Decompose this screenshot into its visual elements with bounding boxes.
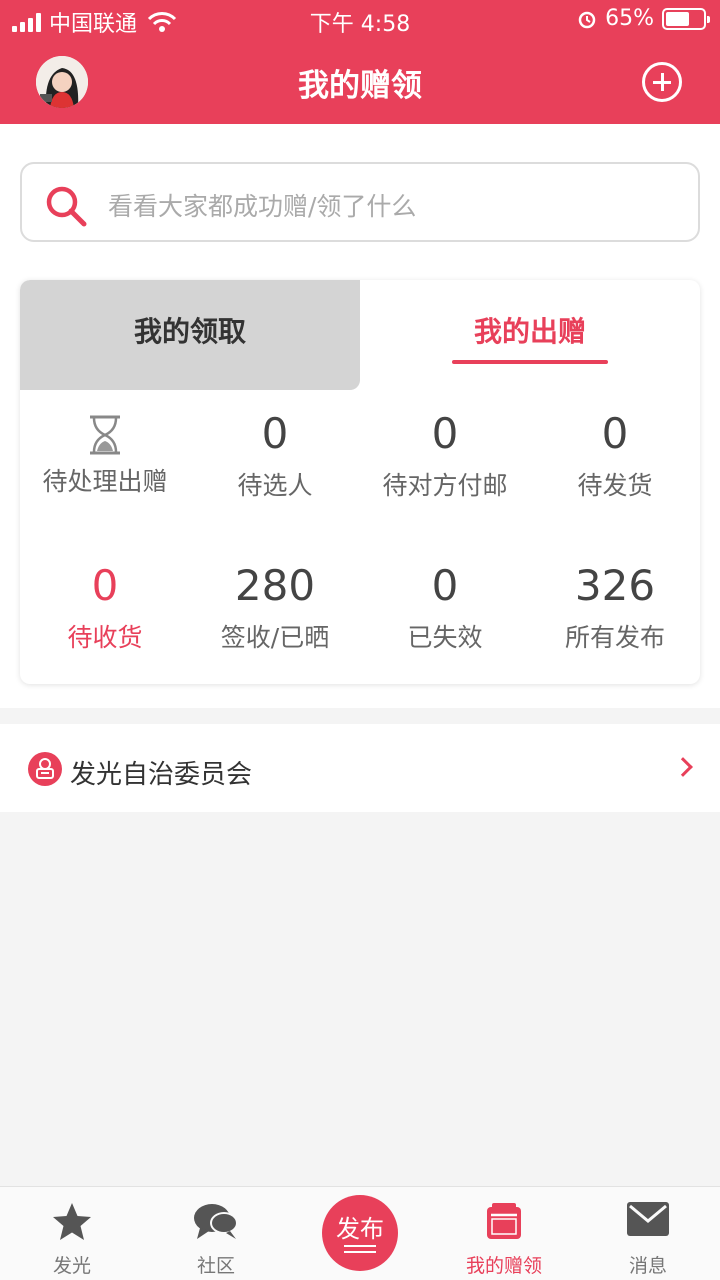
battery-icon xyxy=(662,7,710,30)
tab-label: 社区 xyxy=(196,1255,235,1277)
content-area: 看看大家都成功赠/领了什么 我的领取 我的出赠 待处理出赠 0 待选人 0 待对… xyxy=(0,124,720,708)
mail-icon xyxy=(627,1202,669,1236)
publish-button[interactable]: 发布 xyxy=(322,1195,398,1271)
star-icon xyxy=(53,1203,91,1240)
search-input[interactable]: 看看大家都成功赠/领了什么 xyxy=(20,162,700,242)
tab-faguang[interactable]: 发光 xyxy=(0,1187,144,1280)
committee-label: 发光自治委员会 xyxy=(70,760,253,790)
stats-card: 我的领取 我的出赠 待处理出赠 0 待选人 0 待对方付邮 0 待发货 0 待收… xyxy=(20,280,700,684)
stat-label: 签收/已晒 xyxy=(220,623,330,652)
gift-box-icon xyxy=(487,1203,521,1239)
chat-bubble-icon xyxy=(194,1204,238,1239)
bottom-tab-bar: 发光 社区 发布 我的赠领 消息 xyxy=(0,1186,720,1280)
stat-label: 待对方付邮 xyxy=(382,471,508,500)
stat-signed[interactable]: 280 签收/已晒 xyxy=(190,560,360,654)
committee-icon xyxy=(28,752,62,786)
stat-label: 已失效 xyxy=(407,623,483,652)
stat-label: 待发货 xyxy=(577,471,653,500)
battery-percent: 65% xyxy=(605,6,654,31)
tab-my-receive[interactable]: 我的领取 xyxy=(20,280,360,390)
stat-value: 0 xyxy=(431,409,459,458)
stat-label: 待收货 xyxy=(67,623,143,652)
tab-label: 我的赠领 xyxy=(465,1255,542,1277)
hourglass-icon xyxy=(90,415,120,455)
stat-expired[interactable]: 0 已失效 xyxy=(360,560,530,654)
add-button[interactable] xyxy=(642,62,682,102)
stat-value: 280 xyxy=(234,561,316,610)
search-icon xyxy=(46,186,87,227)
committee-row[interactable]: 发光自治委员会 xyxy=(0,724,720,812)
stat-label: 待处理出赠 xyxy=(42,467,168,496)
stat-value: 0 xyxy=(261,409,289,458)
stat-pending-select[interactable]: 0 待选人 xyxy=(190,408,360,502)
stat-label: 所有发布 xyxy=(564,623,665,652)
chevron-right-icon xyxy=(673,757,693,777)
tab-label: 消息 xyxy=(628,1255,667,1277)
stat-value: 0 xyxy=(431,561,459,610)
active-tab-indicator xyxy=(452,360,608,364)
page-title: 我的赠领 xyxy=(298,68,422,104)
tab-my-gifts[interactable]: 我的赠领 xyxy=(432,1187,576,1280)
stat-label: 待选人 xyxy=(237,471,313,500)
status-bar: 中国联通 下午 4:58 65% xyxy=(0,0,720,40)
tab-my-receive-label: 我的领取 xyxy=(133,315,246,348)
stat-value: 326 xyxy=(574,561,656,610)
stat-all-posts[interactable]: 326 所有发布 xyxy=(530,560,700,654)
stat-pending-receive[interactable]: 0 待收货 xyxy=(20,560,190,654)
tab-messages[interactable]: 消息 xyxy=(576,1187,720,1280)
stat-pending-postage[interactable]: 0 待对方付邮 xyxy=(360,408,530,502)
nav-bar: 我的赠领 xyxy=(0,40,720,124)
stat-value: 0 xyxy=(601,409,629,458)
stat-value: 0 xyxy=(91,561,119,610)
stat-pending-give[interactable]: 待处理出赠 xyxy=(20,408,190,498)
tab-community[interactable]: 社区 xyxy=(144,1187,288,1280)
publish-label: 发布 xyxy=(336,1215,384,1243)
search-placeholder: 看看大家都成功赠/领了什么 xyxy=(108,192,417,221)
alarm-icon xyxy=(578,11,596,28)
tab-my-give[interactable]: 我的出赠 xyxy=(360,280,700,390)
tab-my-give-label: 我的出赠 xyxy=(473,315,586,348)
stat-pending-ship[interactable]: 0 待发货 xyxy=(530,408,700,502)
tab-label: 发光 xyxy=(52,1255,91,1277)
